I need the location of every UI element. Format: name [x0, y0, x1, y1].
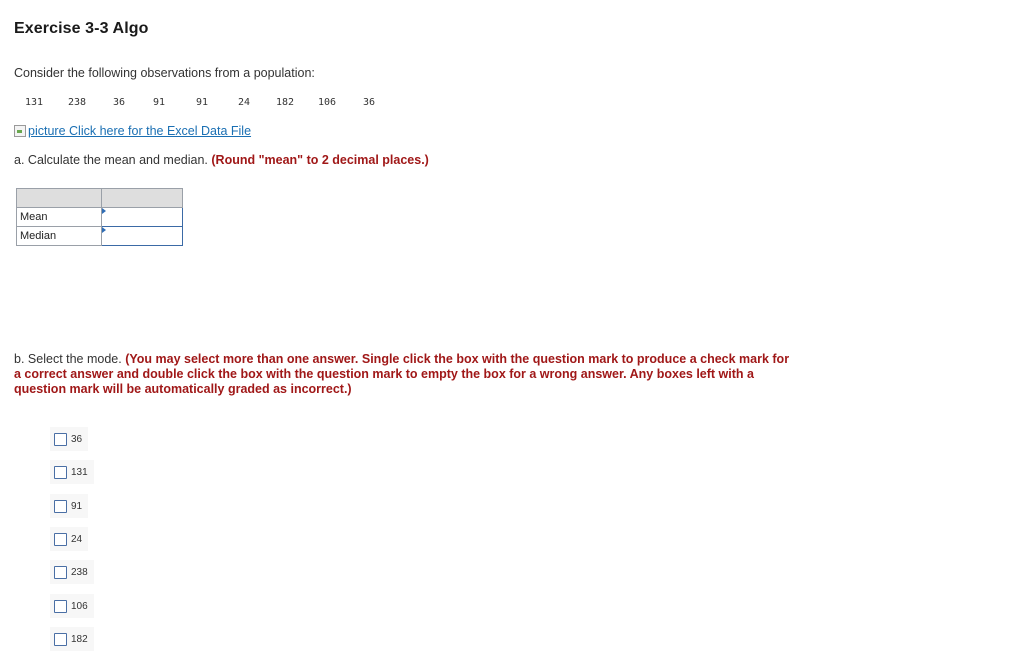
part-a-instruction: (Round "mean" to 2 decimal places.): [211, 153, 429, 167]
exercise-title: Exercise 3-3 Algo: [14, 20, 149, 37]
table-row: Mean: [16, 207, 183, 227]
excel-link-label: Click here for the Excel Data File: [69, 124, 252, 138]
observation-value: 36: [113, 97, 126, 108]
observation-value: 91: [153, 97, 166, 108]
mode-option[interactable]: 131: [50, 460, 94, 484]
mode-option[interactable]: 36: [50, 427, 89, 451]
part-b-prefix: b.: [14, 352, 25, 366]
observation-value: 131: [25, 97, 44, 108]
mean-label: Mean: [16, 207, 102, 227]
intro-text: Consider the following observations from…: [14, 66, 315, 80]
mode-option-label: 106: [71, 600, 88, 612]
observation-value: 106: [318, 97, 337, 108]
checkbox-icon[interactable]: [54, 532, 67, 546]
checkbox-icon[interactable]: [54, 465, 67, 479]
median-input[interactable]: [102, 227, 182, 245]
mode-option-label: 182: [71, 633, 88, 645]
checkbox-icon[interactable]: [54, 432, 67, 446]
checkbox-icon[interactable]: [54, 499, 67, 513]
part-b-question: b. Select the mode. (You may select more…: [14, 352, 794, 397]
part-a-text: Calculate the mean and median.: [27, 153, 208, 167]
checkbox-icon[interactable]: [54, 599, 67, 613]
table-row: Median: [16, 226, 183, 246]
observation-value: 182: [276, 97, 295, 108]
checkbox-icon[interactable]: [54, 565, 67, 579]
part-a-prefix: a.: [14, 153, 25, 167]
observation-value: 24: [238, 97, 251, 108]
mode-option-label: 131: [71, 466, 88, 478]
observation-value: 91: [196, 97, 209, 108]
part-b-instruction: (You may select more than one answer. Si…: [14, 352, 790, 396]
mode-option-label: 91: [71, 500, 83, 512]
mode-option[interactable]: 24: [50, 527, 89, 551]
table-header-cell: [101, 188, 183, 208]
mode-option-label: 24: [71, 533, 83, 545]
mode-option[interactable]: 238: [50, 560, 94, 584]
mode-option[interactable]: 182: [50, 627, 94, 651]
excel-data-file-link[interactable]: picture Click here for the Excel Data Fi…: [14, 124, 251, 138]
broken-image-icon: [14, 125, 26, 137]
median-label: Median: [16, 226, 102, 246]
cell-marker-icon: [102, 208, 106, 214]
mode-option-label: 238: [71, 566, 88, 578]
observation-value: 36: [363, 97, 376, 108]
cell-marker-icon: [102, 227, 106, 233]
table-header-cell: [16, 188, 102, 208]
part-b-text: Select the mode.: [27, 352, 122, 366]
exercise-page: Exercise 3-3 Algo Consider the following…: [0, 0, 1017, 671]
observation-value: 238: [68, 97, 87, 108]
mode-option[interactable]: 106: [50, 594, 94, 618]
checkbox-icon[interactable]: [54, 632, 67, 646]
mode-option[interactable]: 91: [50, 494, 89, 518]
part-a-question: a. Calculate the mean and median. (Round…: [14, 153, 429, 168]
median-answer-cell[interactable]: [101, 226, 183, 246]
mean-median-table: Mean Median: [16, 188, 183, 246]
mode-option-label: 36: [71, 433, 83, 445]
mean-input[interactable]: [102, 208, 182, 226]
table-header-row: [16, 188, 183, 208]
excel-link-icon-alt: picture: [28, 124, 66, 138]
mean-answer-cell[interactable]: [101, 207, 183, 227]
